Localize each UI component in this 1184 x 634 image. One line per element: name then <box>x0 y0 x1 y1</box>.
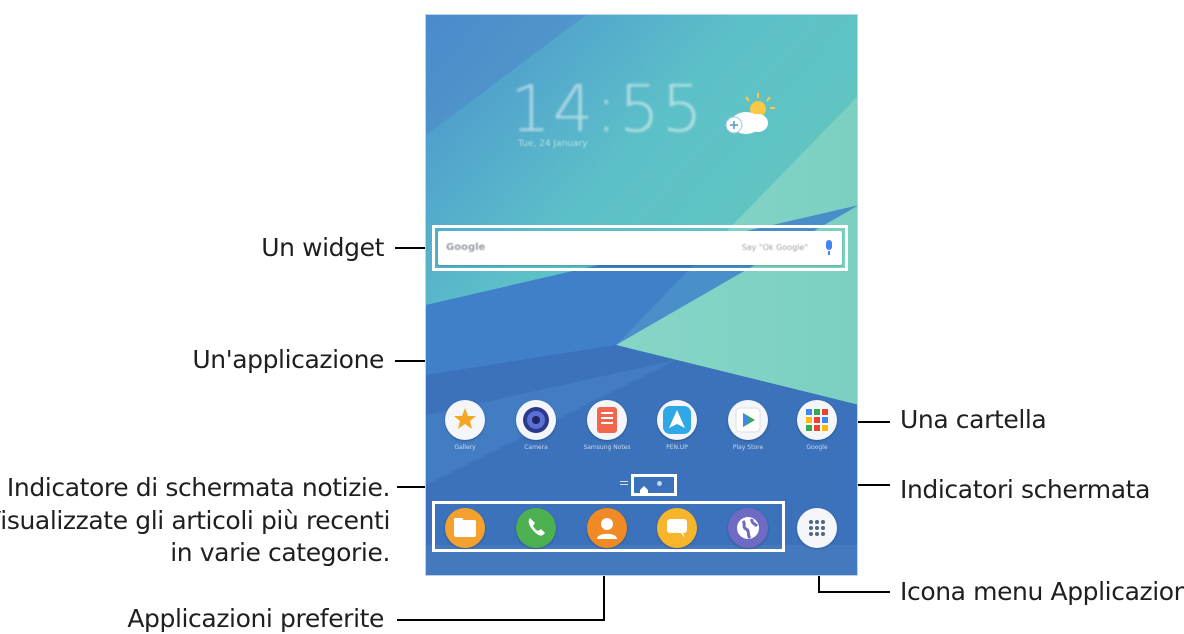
app-label: Camera <box>524 444 548 451</box>
phone-app[interactable] <box>516 508 556 548</box>
callout-application: Un'applicazione <box>192 345 384 374</box>
gallery-icon <box>454 408 476 429</box>
weather-icon[interactable] <box>720 91 776 139</box>
gallery-app[interactable] <box>445 400 485 440</box>
screen-indicators-frame <box>631 474 677 496</box>
google-folder-app[interactable] <box>797 400 837 440</box>
app-label: Play Store <box>732 444 764 451</box>
callout-apps-menu-icon: Icona menu Applicazioni <box>900 577 1184 606</box>
callout-favorites-line-h <box>397 619 605 621</box>
app-label: Samsung Notes <box>583 444 631 451</box>
contacts-icon <box>597 518 617 539</box>
callout-folder: Una cartella <box>900 405 1047 434</box>
internet-app[interactable] <box>728 508 768 548</box>
penup-app[interactable] <box>657 400 697 440</box>
google-search-widget[interactable]: Google Say "Ok Google" <box>438 231 842 265</box>
callout-screen-indicators: Indicatori schermata <box>900 475 1150 504</box>
phone-icon <box>528 518 545 536</box>
apps-grid-icon <box>809 520 825 536</box>
callout-news-indicator-line2: Visualizzate gli articoli più recenti <box>0 506 390 535</box>
play-store-icon <box>735 407 761 433</box>
google-folder-icon <box>806 409 828 431</box>
messages-icon <box>667 519 687 538</box>
callout-favorites: Applicazioni preferite <box>127 604 384 633</box>
app-label: PEN.UP <box>666 444 688 451</box>
mic-icon[interactable] <box>826 240 832 255</box>
messages-app[interactable] <box>657 508 697 548</box>
contacts-app[interactable] <box>587 508 627 548</box>
internet-icon <box>737 517 759 540</box>
callout-apps-menu-line-h <box>818 591 890 593</box>
app-label: Google <box>806 444 828 451</box>
folder-app[interactable] <box>445 508 485 548</box>
search-hint: Say "Ok Google" <box>741 243 808 252</box>
play-store-app[interactable] <box>728 400 768 440</box>
notes-icon <box>597 407 617 433</box>
penup-icon <box>663 406 691 434</box>
callout-widget: Un widget <box>261 233 384 262</box>
notes-app[interactable] <box>587 400 627 440</box>
app-label: Gallery <box>454 444 476 451</box>
camera-app[interactable] <box>516 400 556 440</box>
lock-date: Tue, 24 January <box>518 139 588 149</box>
apps-grid-app[interactable] <box>797 508 837 548</box>
callout-news-indicator-line1: Indicatore di schermata notizie. <box>6 473 390 502</box>
news-indicator[interactable] <box>620 480 628 486</box>
callout-news-indicator-line3: in varie categorie. <box>170 538 390 567</box>
lock-clock: 14:55 <box>510 73 705 147</box>
google-logo: Google <box>446 242 486 253</box>
camera-icon <box>523 407 549 433</box>
folder-icon <box>454 518 476 537</box>
